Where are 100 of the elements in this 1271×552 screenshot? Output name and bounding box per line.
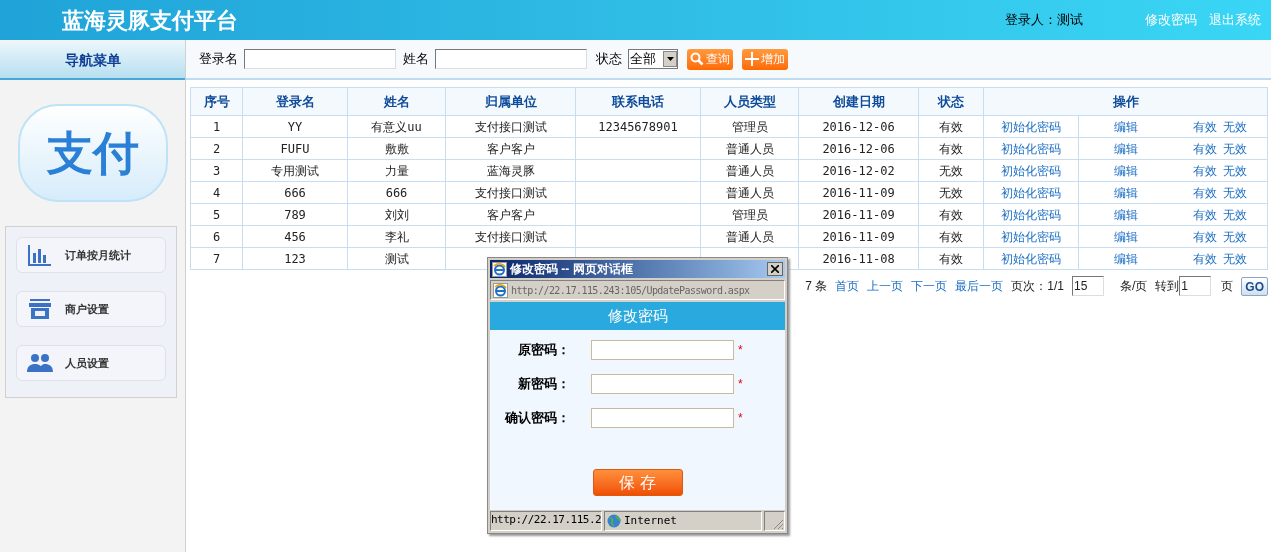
- required-mark: *: [738, 375, 743, 393]
- required-mark: *: [738, 409, 743, 427]
- browser-e-icon: [492, 261, 507, 277]
- table-cell: 普通人员: [700, 225, 799, 248]
- table-cell: 支付接口测试: [445, 115, 576, 138]
- disable-link[interactable]: 无效: [1222, 185, 1247, 200]
- column-header: 联系电话: [575, 87, 701, 116]
- input-field[interactable]: [435, 49, 587, 69]
- table-cell: 客户客户: [445, 137, 576, 160]
- table-cell: 666: [242, 181, 348, 204]
- input-field[interactable]: [591, 339, 734, 360]
- table-cell: 专用测试: [242, 159, 348, 182]
- page-link[interactable]: 最后一页: [955, 277, 1004, 295]
- table-cell: 456: [242, 225, 348, 248]
- menu-item[interactable]: 订单按月统计: [16, 237, 166, 273]
- disable-link[interactable]: 无效: [1222, 141, 1247, 156]
- table-cell: 789: [242, 203, 348, 226]
- save-button[interactable]: 保 存: [592, 469, 683, 496]
- table-cell: 2: [190, 137, 243, 160]
- page-unit-label: 页: [1221, 278, 1234, 295]
- edit-link[interactable]: 编辑: [1113, 185, 1138, 200]
- page-link[interactable]: 下一页: [911, 277, 948, 295]
- table-cell: 2016-12-06: [798, 137, 919, 160]
- table-cell: 2016-11-09: [798, 203, 919, 226]
- edit-link[interactable]: 编辑: [1113, 141, 1138, 156]
- logo-text: 支付: [46, 125, 139, 181]
- edit-link[interactable]: 编辑: [1113, 119, 1138, 134]
- table-cell: 7: [190, 247, 243, 270]
- enable-link[interactable]: 有效: [1192, 251, 1217, 266]
- column-header: 姓名: [347, 87, 446, 116]
- edit-link[interactable]: 编辑: [1113, 229, 1138, 244]
- menu-item[interactable]: 商户设置: [16, 291, 166, 327]
- table-cell: 支付接口测试: [445, 225, 576, 248]
- edit-link[interactable]: 编辑: [1113, 207, 1138, 222]
- table-cell: 普通人员: [700, 137, 799, 160]
- store-icon: [28, 298, 52, 320]
- enable-link[interactable]: 有效: [1192, 141, 1217, 156]
- table-cell: 123: [242, 247, 348, 270]
- table-cell: 无效: [918, 181, 984, 204]
- table-cell: 2016-12-06: [798, 115, 919, 138]
- input-field[interactable]: [244, 49, 396, 69]
- field-label: 原密码：: [517, 340, 570, 359]
- table-cell: 管理员: [700, 115, 799, 138]
- table-cell: 刘刘: [347, 203, 446, 226]
- field-label: 确认密码：: [503, 408, 570, 427]
- page-link[interactable]: 首页: [835, 277, 860, 295]
- table-cell: 有效: [918, 137, 984, 160]
- disable-link[interactable]: 无效: [1222, 229, 1247, 244]
- disable-link[interactable]: 无效: [1222, 207, 1247, 222]
- table-cell: 李礼: [347, 225, 446, 248]
- address-text: http://22.17.115.243:105/UpdatePassword.aspx: [511, 283, 750, 298]
- disable-link[interactable]: 无效: [1222, 163, 1247, 178]
- enable-link[interactable]: 有效: [1192, 229, 1217, 244]
- disable-link[interactable]: 无效: [1222, 119, 1247, 134]
- table-cell: 666: [347, 181, 446, 204]
- page-size-field[interactable]: 15: [1072, 276, 1104, 296]
- enable-link[interactable]: 有效: [1192, 163, 1217, 178]
- menu-item[interactable]: 人员设置: [16, 345, 166, 381]
- dialog-title: 修改密码 -- 网页对话框: [510, 261, 634, 278]
- field-label: 新密码：: [517, 374, 570, 393]
- bar-chart-icon: [28, 244, 52, 266]
- column-header: 创建日期: [798, 87, 919, 116]
- column-header: 操作: [983, 87, 1268, 116]
- table-cell: 4: [190, 181, 243, 204]
- table-cell: 5: [190, 203, 243, 226]
- close-button[interactable]: [767, 262, 783, 276]
- plus-icon: [745, 52, 759, 66]
- disable-link[interactable]: 无效: [1222, 251, 1247, 266]
- edit-link[interactable]: 编辑: [1113, 163, 1138, 178]
- app-title: 蓝海灵豚支付平台: [62, 5, 238, 35]
- page-number-field[interactable]: 1: [1179, 276, 1212, 296]
- goto-label: 转到: [1155, 278, 1180, 295]
- table-cell: 管理员: [700, 203, 799, 226]
- enable-link[interactable]: 有效: [1192, 119, 1217, 134]
- enable-link[interactable]: 有效: [1192, 207, 1217, 222]
- field-label: 状态: [596, 50, 622, 69]
- page-link[interactable]: 上一页: [867, 277, 904, 295]
- column-header: 人员类型: [700, 87, 799, 116]
- go-button[interactable]: GO: [1241, 276, 1268, 296]
- table-cell: 蓝海灵豚: [445, 159, 576, 182]
- edit-link[interactable]: 编辑: [1113, 251, 1138, 266]
- record-count: 7 条: [805, 278, 828, 295]
- field-label: 登录名: [199, 50, 238, 69]
- table-cell: 支付接口测试: [445, 181, 576, 204]
- input-field[interactable]: [591, 373, 734, 394]
- table-cell: 有效: [918, 247, 984, 270]
- column-header: 归属单位: [445, 87, 576, 116]
- field-label: 姓名: [403, 50, 429, 69]
- browser-e-icon: [493, 282, 508, 298]
- table-cell: 无效: [918, 159, 984, 182]
- enable-link[interactable]: 有效: [1192, 185, 1217, 200]
- input-field[interactable]: [591, 407, 734, 428]
- table-cell: 普通人员: [700, 159, 799, 182]
- required-mark: *: [738, 341, 743, 359]
- table-cell: 力量: [347, 159, 446, 182]
- per-page-label: 条/页: [1120, 278, 1148, 295]
- column-header: 登录名: [242, 87, 348, 116]
- table-cell: 普通人员: [700, 181, 799, 204]
- status-dropdown[interactable]: 全部: [628, 49, 678, 69]
- table-cell: 客户客户: [445, 203, 576, 226]
